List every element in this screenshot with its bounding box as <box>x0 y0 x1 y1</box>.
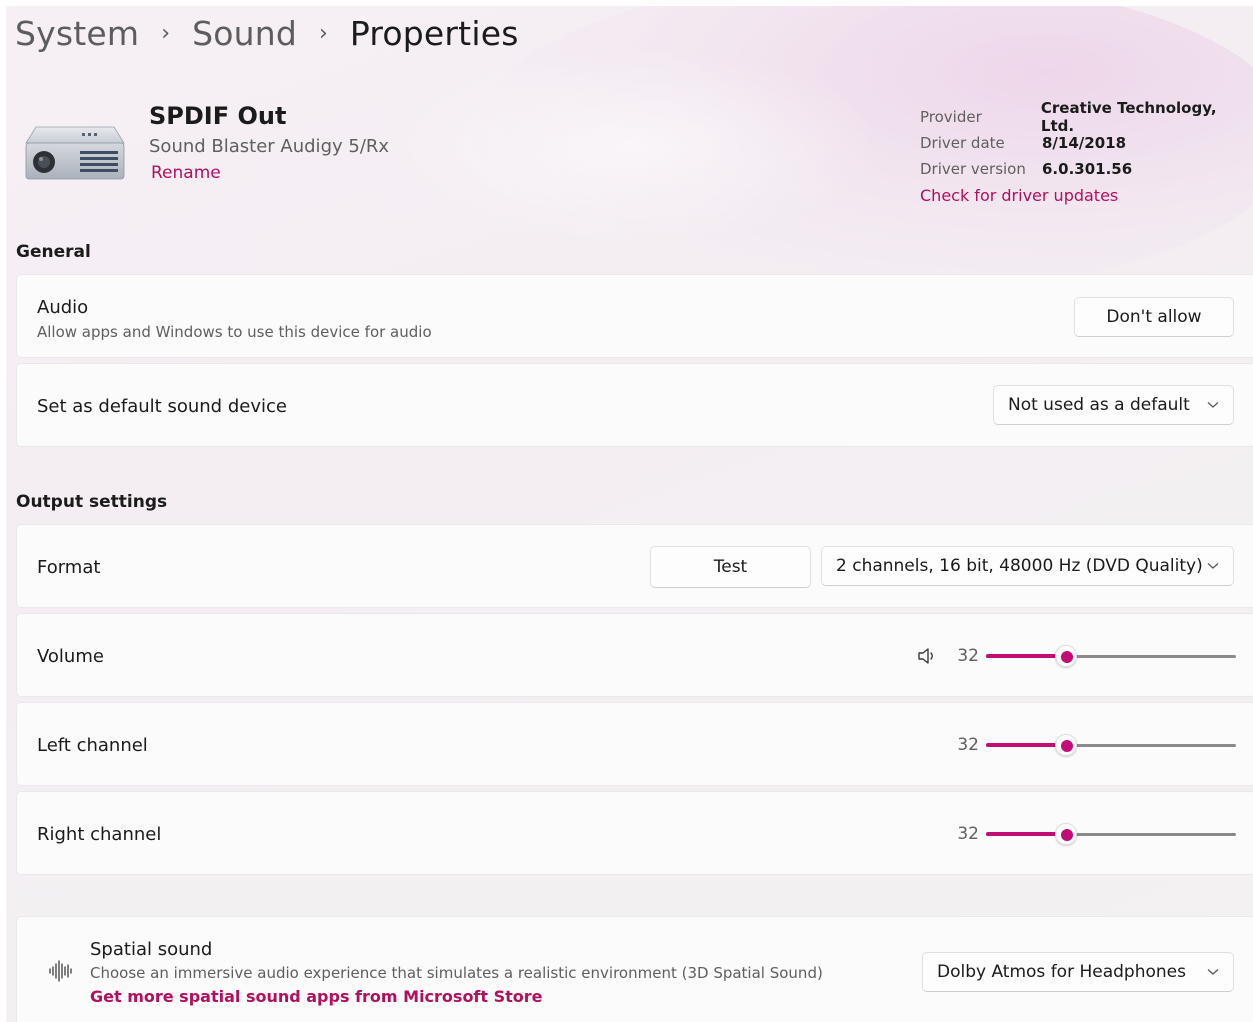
driver-date-value: 8/14/2018 <box>1042 134 1127 152</box>
test-button[interactable]: Test <box>650 546 811 588</box>
driver-info: Provider Creative Technology, Ltd. Drive… <box>920 99 1253 205</box>
volume-title: Volume <box>37 646 104 667</box>
audio-title: Audio <box>37 297 89 318</box>
spatial-sound-title: Spatial sound <box>90 939 213 960</box>
format-title: Format <box>37 557 101 578</box>
right-channel-title: Right channel <box>37 824 162 845</box>
breadcrumb-separator: › <box>161 20 171 46</box>
format-dropdown[interactable]: 2 channels, 16 bit, 48000 Hz (DVD Qualit… <box>821 546 1234 586</box>
breadcrumb-separator: › <box>319 20 328 46</box>
general-section-title: General <box>16 242 91 262</box>
left-channel-slider[interactable] <box>986 733 1236 757</box>
right-channel-card: Right channel 32 <box>16 791 1253 875</box>
output-section-title: Output settings <box>16 492 168 512</box>
spatial-sound-subtitle: Choose an immersive audio experience tha… <box>90 964 823 982</box>
default-device-dropdown[interactable]: Not used as a default <box>993 385 1234 425</box>
page-title: Properties <box>349 13 519 53</box>
provider-value: Creative Technology, Ltd. <box>1040 99 1217 135</box>
slider-thumb[interactable] <box>1055 734 1077 756</box>
default-device-card: Set as default sound device Not used as … <box>16 363 1253 447</box>
sound-card-icon <box>25 126 125 180</box>
microsoft-store-link[interactable]: Get more spatial sound apps from Microso… <box>90 987 543 1006</box>
default-device-selected: Not used as a default <box>1008 395 1190 415</box>
chevron-down-icon <box>1207 969 1219 975</box>
driver-version-row: Driver version 6.0.301.56 <box>920 156 1253 182</box>
default-device-title: Set as default sound device <box>37 396 287 417</box>
driver-version-value: 6.0.301.56 <box>1042 160 1133 178</box>
slider-thumb[interactable] <box>1055 823 1077 845</box>
audio-card: Audio Allow apps and Windows to use this… <box>16 274 1253 358</box>
volume-value: 32 <box>957 646 979 666</box>
left-channel-title: Left channel <box>37 735 148 756</box>
right-channel-value: 32 <box>957 824 979 844</box>
breadcrumb: System › Sound › Properties <box>15 10 519 56</box>
slider-fill <box>986 654 1066 658</box>
right-channel-slider[interactable] <box>986 822 1236 846</box>
spatial-sound-selected: Dolby Atmos for Headphones <box>937 962 1186 982</box>
breadcrumb-system[interactable]: System <box>15 14 139 53</box>
device-model: Sound Blaster Audigy 5/Rx <box>149 136 390 157</box>
spatial-audio-icon <box>49 960 72 982</box>
format-card: Format Test 2 channels, 16 bit, 48000 Hz… <box>16 524 1253 608</box>
volume-card: Volume 32 <box>16 613 1253 697</box>
spatial-sound-dropdown[interactable]: Dolby Atmos for Headphones <box>922 952 1234 992</box>
rename-link[interactable]: Rename <box>151 163 221 183</box>
device-name: SPDIF Out <box>149 102 287 130</box>
dont-allow-button[interactable]: Don't allow <box>1074 297 1234 337</box>
format-selected: 2 channels, 16 bit, 48000 Hz (DVD Qualit… <box>836 556 1203 576</box>
breadcrumb-sound[interactable]: Sound <box>192 14 297 53</box>
check-driver-updates-link[interactable]: Check for driver updates <box>920 186 1253 205</box>
speaker-icon[interactable] <box>917 646 937 666</box>
left-channel-card: Left channel 32 <box>16 702 1253 786</box>
slider-fill <box>986 743 1066 747</box>
spatial-sound-card: Spatial sound Choose an immersive audio … <box>16 916 1253 1022</box>
settings-page: System › Sound › Properties SPDIF Out So… <box>6 6 1253 1022</box>
volume-slider[interactable] <box>986 644 1236 668</box>
audio-subtitle: Allow apps and Windows to use this devic… <box>37 323 432 341</box>
driver-date-label: Driver date <box>920 134 1005 152</box>
driver-provider-row: Provider Creative Technology, Ltd. <box>920 99 1253 135</box>
chevron-down-icon <box>1207 402 1219 408</box>
slider-thumb[interactable] <box>1055 645 1077 667</box>
left-channel-value: 32 <box>957 735 979 755</box>
provider-label: Provider <box>920 108 982 126</box>
slider-fill <box>986 832 1066 836</box>
driver-version-label: Driver version <box>920 160 1026 178</box>
chevron-down-icon <box>1207 563 1219 569</box>
background-highlight <box>386 46 886 246</box>
